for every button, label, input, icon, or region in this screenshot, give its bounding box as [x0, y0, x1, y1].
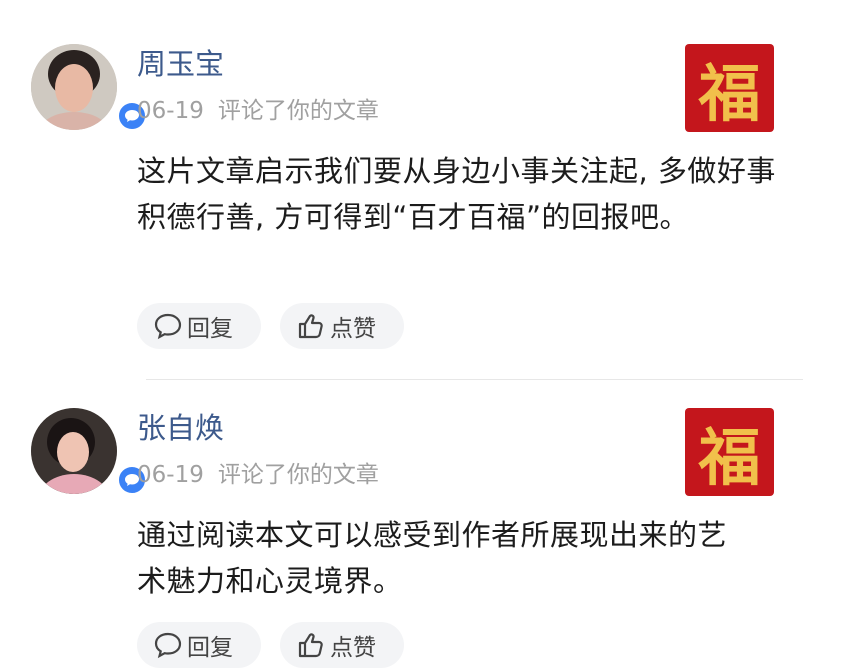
- thumbs-up-icon: [298, 633, 323, 658]
- like-button[interactable]: 点赞: [280, 622, 404, 668]
- comment-bubble-icon: [154, 632, 182, 659]
- reply-label: 回复: [187, 635, 233, 661]
- reply-label: 回复: [187, 316, 233, 342]
- divider: [146, 379, 803, 380]
- article-thumbnail[interactable]: 福: [685, 408, 774, 496]
- article-thumbnail[interactable]: 福: [685, 44, 774, 132]
- comment-action: 评论了你的文章: [217, 462, 379, 488]
- like-label: 点赞: [330, 635, 376, 661]
- reply-button[interactable]: 回复: [137, 303, 261, 349]
- fu-character: 福: [698, 421, 761, 494]
- comment-meta: 06-19 评论了你的文章: [137, 100, 379, 123]
- like-label: 点赞: [330, 316, 376, 342]
- avatar[interactable]: [31, 408, 148, 496]
- commenter-name[interactable]: 张自焕: [137, 414, 224, 443]
- thumbs-up-icon: [298, 314, 323, 339]
- commenter-name[interactable]: 周玉宝: [137, 50, 224, 79]
- fu-character: 福: [698, 57, 761, 130]
- reply-button[interactable]: 回复: [137, 622, 261, 668]
- comment-text: 通过阅读本文可以感受到作者所展现出来的艺术魅力和心灵境界。: [137, 518, 728, 598]
- comment-meta: 06-19 评论了你的文章: [137, 464, 379, 487]
- avatar-photo: [31, 408, 117, 494]
- avatar[interactable]: [31, 44, 148, 132]
- comment-date: 06-19: [137, 462, 204, 488]
- comment-date: 06-19: [137, 98, 204, 124]
- comment-bubble-icon: [154, 313, 182, 340]
- avatar-photo: [31, 44, 117, 130]
- comment-text: 这片文章启示我们要从身边小事关注起, 多做好事积德行善, 方可得到“百才百福”的…: [137, 154, 776, 234]
- like-button[interactable]: 点赞: [280, 303, 404, 349]
- comment-action: 评论了你的文章: [217, 98, 379, 124]
